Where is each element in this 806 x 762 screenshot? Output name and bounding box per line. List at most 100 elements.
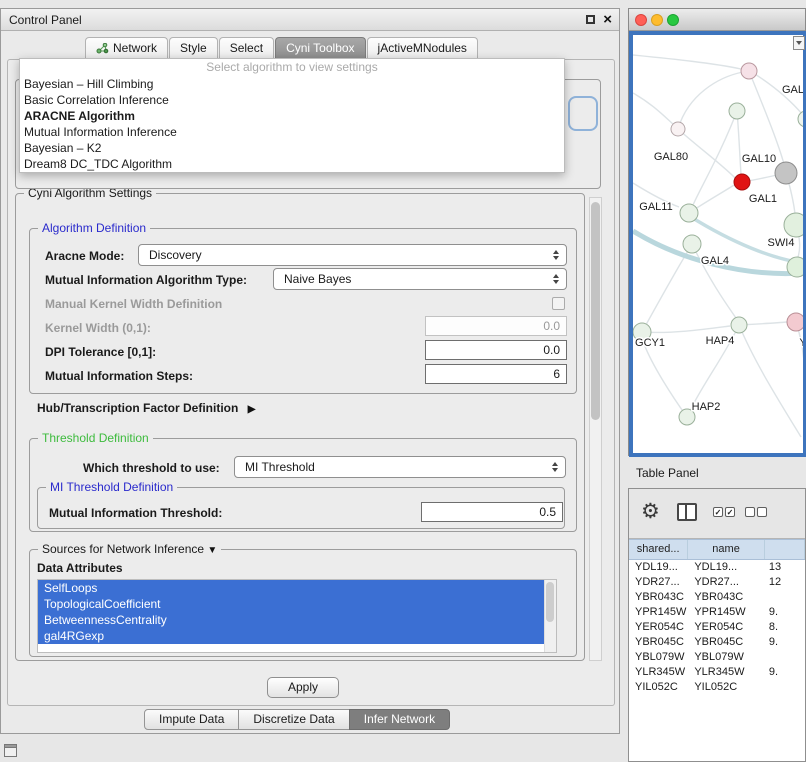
network-canvas[interactable]: GALGAL80GAL10GAL11GAL1SWI4GAL4GCY1HAP4YH…: [633, 35, 803, 453]
aracne-mode-value: Discovery: [149, 248, 202, 262]
attribute-item-gal4rgexp[interactable]: gal4RGexp: [38, 628, 544, 644]
table-cell: YBR043C: [629, 590, 688, 605]
node-label: GAL11: [639, 201, 672, 213]
gear-icon[interactable]: ⚙: [641, 497, 660, 527]
table-cell: [765, 680, 805, 695]
table-header-row: shared...name: [629, 539, 805, 560]
attribute-item-betweennesscentrality[interactable]: BetweennessCentrality: [38, 612, 544, 628]
unselect-all-columns-icon[interactable]: [745, 507, 767, 517]
bottom-tab-impute-data[interactable]: Impute Data: [144, 709, 239, 730]
aracne-mode-label: Aracne Mode:: [45, 249, 124, 263]
scrollbar-thumb[interactable]: [591, 202, 600, 420]
aracne-mode-select[interactable]: Discovery: [138, 244, 567, 266]
column-header-value[interactable]: [765, 540, 805, 559]
close-icon[interactable]: ×: [603, 9, 612, 31]
network-node[interactable]: [683, 235, 701, 253]
network-view-widget[interactable]: [793, 36, 805, 50]
table-panel-window: ⚙ ✓✓ shared...name YDL19...YDL19...13YDR…: [628, 488, 806, 762]
table-row[interactable]: YLR345WYLR345W9.: [629, 665, 805, 680]
data-attributes-list[interactable]: SelfLoopsTopologicalCoefficientBetweenne…: [37, 579, 557, 653]
network-view-window: GALGAL80GAL10GAL11GAL1SWI4GAL4GCY1HAP4YH…: [628, 8, 806, 456]
manual-kernel-label: Manual Kernel Width Definition: [45, 297, 222, 311]
node-label: GAL4: [701, 255, 729, 267]
apply-button[interactable]: Apply: [267, 677, 339, 698]
algorithm-option-bayesian-hill-climbing[interactable]: Bayesian – Hill Climbing: [20, 76, 564, 92]
table-row[interactable]: YPR145WYPR145W9.: [629, 605, 805, 620]
network-node[interactable]: [798, 111, 803, 127]
zoom-traffic-light-icon[interactable]: [667, 14, 679, 26]
network-node[interactable]: [775, 162, 797, 184]
mi-steps-input[interactable]: 6: [425, 364, 567, 384]
chevron-right-icon: ▶: [248, 404, 256, 415]
settings-scrollbar[interactable]: [589, 197, 602, 661]
algorithm-option-dream8-dc-tdc-algorithm[interactable]: Dream8 DC_TDC Algorithm: [20, 156, 564, 172]
network-node[interactable]: [784, 213, 803, 237]
control-panel-window: Control Panel × NetworkStyle Select Cyni T…: [0, 8, 620, 734]
control-panel-tabs: NetworkStyle Select Cyni ToolboxjActiveMNo…: [85, 37, 479, 59]
network-node[interactable]: [787, 313, 803, 331]
tab-style[interactable]: Style: [169, 37, 218, 59]
table-row[interactable]: YBL079WYBL079W: [629, 650, 805, 665]
minimized-panel-icon[interactable]: [4, 744, 17, 757]
table-row[interactable]: YER054CYER054C8.: [629, 620, 805, 635]
bottom-tab-infer-network[interactable]: Infer Network: [349, 709, 450, 730]
algorithm-option-bayesian-k2[interactable]: Bayesian – K2: [20, 140, 564, 156]
tab-cyni-toolbox[interactable]: Cyni Toolbox: [275, 37, 365, 59]
which-threshold-select[interactable]: MI Threshold: [234, 456, 566, 478]
table-body: YDL19...YDL19...13YDR27...YDR27...12YBR0…: [629, 560, 805, 761]
algorithm-combo-button[interactable]: [568, 96, 598, 131]
dpi-tolerance-input[interactable]: 0.0: [425, 340, 567, 360]
algorithm-option-aracne-algorithm[interactable]: ARACNE Algorithm: [20, 108, 564, 124]
minimize-traffic-light-icon[interactable]: [651, 14, 663, 26]
table-cell: YPR145W: [629, 605, 688, 620]
float-window-icon[interactable]: [586, 15, 595, 24]
table-row[interactable]: YDR27...YDR27...12: [629, 575, 805, 590]
tab-label: Select: [230, 38, 263, 59]
network-window-titlebar[interactable]: [629, 9, 805, 31]
hub-definition-label: Hub/Transcription Factor Definition: [37, 401, 238, 415]
network-node[interactable]: [741, 63, 757, 79]
desktop: Control Panel × NetworkStyle Select Cyni T…: [0, 0, 806, 762]
sources-group-title[interactable]: Sources for Network Inference ▼: [38, 542, 221, 556]
control-panel-titlebar[interactable]: Control Panel ×: [1, 9, 619, 31]
network-node[interactable]: [787, 257, 803, 277]
network-node[interactable]: [731, 317, 747, 333]
manual-kernel-checkbox[interactable]: [552, 297, 565, 310]
table-cell: YIL052C: [629, 680, 688, 695]
column-header-name[interactable]: name: [688, 540, 765, 559]
spinner-arrows-icon: [552, 462, 558, 472]
tab-select[interactable]: Select: [219, 37, 274, 59]
network-node[interactable]: [671, 122, 685, 136]
tab-jactivemnodules[interactable]: jActiveMNodules: [367, 37, 478, 59]
algorithm-option-mutual-information-inference[interactable]: Mutual Information Inference: [20, 124, 564, 140]
algorithm-option-basic-correlation-inference[interactable]: Basic Correlation Inference: [20, 92, 564, 108]
bottom-tab-discretize-data[interactable]: Discretize Data: [238, 709, 349, 730]
mi-threshold-input[interactable]: 0.5: [421, 502, 563, 522]
column-header-shared[interactable]: shared...: [629, 540, 688, 559]
attribute-item-topologicalcoefficient[interactable]: TopologicalCoefficient: [38, 596, 544, 612]
table-cell: YBL079W: [688, 650, 765, 665]
table-row[interactable]: YIL052CYIL052C: [629, 680, 805, 695]
bottom-tabs: Impute DataDiscretize DataInfer Network: [144, 709, 450, 730]
table-row[interactable]: YBR043CYBR043C: [629, 590, 805, 605]
table-row[interactable]: YBR045CYBR045C9.: [629, 635, 805, 650]
attribute-item-selfloops[interactable]: SelfLoops: [38, 580, 544, 596]
network-tab-icon: [96, 43, 109, 54]
scrollbar-thumb[interactable]: [546, 582, 554, 622]
close-traffic-light-icon[interactable]: [635, 14, 647, 26]
network-node[interactable]: [734, 174, 750, 190]
network-graph: GALGAL80GAL10GAL11GAL1SWI4GAL4GCY1HAP4YH…: [633, 35, 803, 453]
table-cell: 8.: [765, 620, 805, 635]
table-cell: [765, 590, 805, 605]
table-cell: YER054C: [629, 620, 688, 635]
tab-network[interactable]: Network: [85, 37, 168, 59]
network-node[interactable]: [729, 103, 745, 119]
mi-type-select[interactable]: Naive Bayes: [273, 268, 567, 290]
attributes-scrollbar[interactable]: [544, 580, 556, 652]
column-settings-icon[interactable]: [677, 503, 697, 521]
select-all-columns-icon[interactable]: ✓✓: [713, 507, 735, 517]
kernel-width-input[interactable]: 0.0: [425, 316, 567, 336]
network-node[interactable]: [680, 204, 698, 222]
table-row[interactable]: YDL19...YDL19...13: [629, 560, 805, 575]
hub-definition-toggle[interactable]: Hub/Transcription Factor Definition ▶: [37, 401, 255, 415]
